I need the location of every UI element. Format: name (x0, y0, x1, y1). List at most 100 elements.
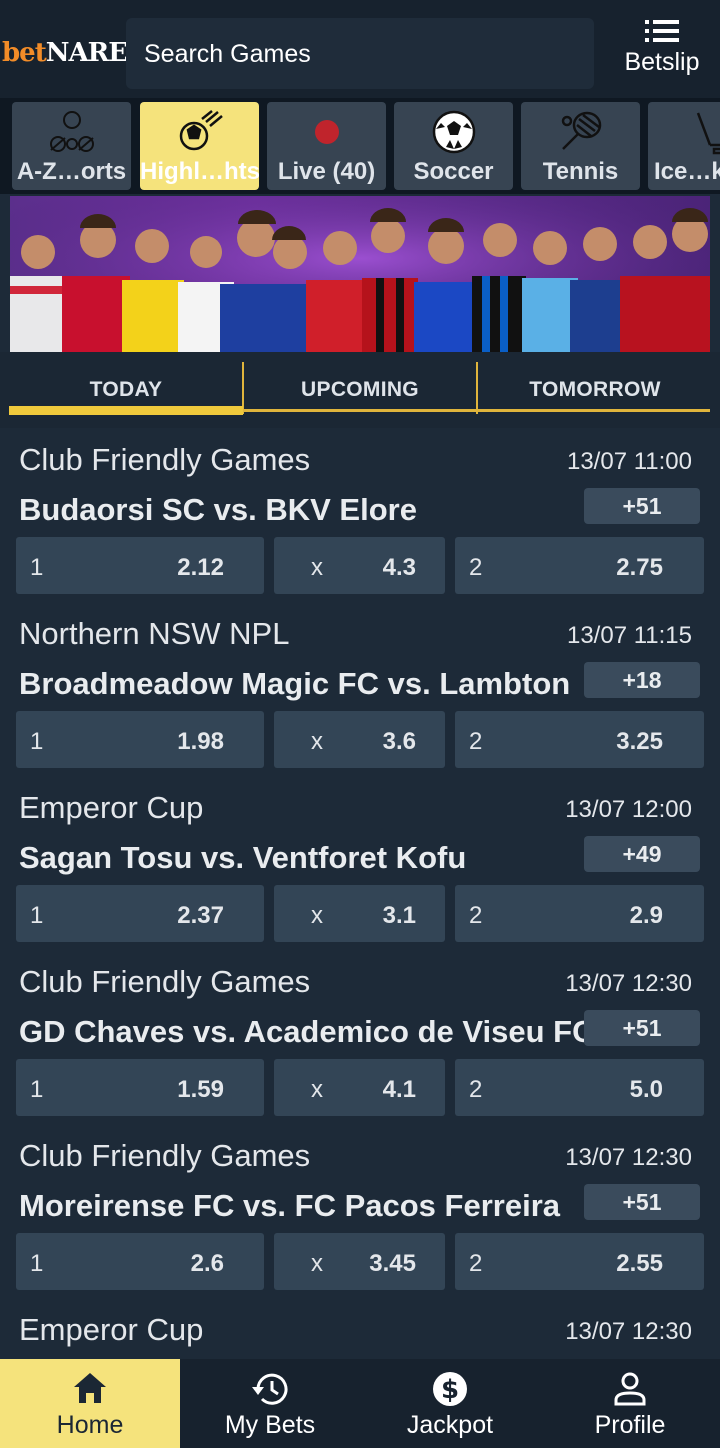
sport-chip-highlights[interactable]: Highl…hts (140, 102, 259, 190)
tab-upcoming[interactable]: UPCOMING (244, 362, 476, 414)
sport-chip-label: Highl…hts (140, 158, 259, 185)
odds-value: 2.12 (177, 554, 224, 581)
nav-label: Jackpot (406, 1411, 494, 1439)
sport-chip-live[interactable]: Live (40) (267, 102, 386, 190)
odds-key: 1 (30, 728, 44, 755)
match-card[interactable]: Club Friendly Games 13/07 12:30 Moreiren… (0, 1124, 720, 1298)
odds-value: 4.3 (382, 554, 416, 581)
match-time: 13/07 12:30 (565, 1144, 692, 1171)
bottom-navigation: Home My Bets $ Jackpot Profile (0, 1359, 720, 1448)
odds-value: 3.25 (616, 728, 663, 755)
odds-value: 4.1 (382, 1076, 416, 1103)
league-name: Club Friendly Games (19, 442, 311, 477)
svg-text:$: $ (441, 1375, 459, 1405)
odds-value: 2.55 (616, 1250, 663, 1277)
odds-home-button[interactable]: 1 2.12 (16, 537, 264, 594)
odds-key: 1 (30, 1076, 44, 1103)
list-icon (645, 20, 679, 42)
match-time: 13/07 11:00 (566, 448, 692, 475)
more-markets-button[interactable]: +51 (584, 488, 700, 524)
sports-strip[interactable]: A-Z…orts Highl…hts Live (40) Soccer Tenn… (0, 98, 720, 194)
odds-key: x (311, 1250, 323, 1277)
sport-chip-label: Ice…k (654, 158, 720, 185)
odds-key: 2 (469, 1250, 483, 1277)
league-name: Emperor Cup (19, 1312, 204, 1347)
sport-chip-label: Live (40) (277, 158, 376, 185)
match-teams[interactable]: Sagan Tosu vs. Ventforet Kofu (19, 840, 466, 876)
tab-tomorrow[interactable]: TOMORROW (478, 362, 712, 414)
more-markets-button[interactable]: +51 (584, 1184, 700, 1220)
match-card[interactable]: Club Friendly Games 13/07 12:30 GD Chave… (0, 950, 720, 1124)
match-teams[interactable]: GD Chaves vs. Academico de Viseu FC (19, 1014, 594, 1050)
odds-key: x (311, 902, 323, 929)
nav-home[interactable]: Home (0, 1359, 180, 1448)
match-card[interactable]: Northern NSW NPL 13/07 11:15 Broadmeadow… (0, 602, 720, 776)
odds-away-button[interactable]: 2 5.0 (455, 1059, 704, 1116)
live-dot-icon (267, 108, 386, 156)
sports-balls-icon (12, 108, 131, 156)
more-markets-button[interactable]: +49 (584, 836, 700, 872)
nav-label: Profile (594, 1411, 666, 1439)
ice-hockey-icon (648, 108, 720, 156)
brand-logo[interactable]: betNARE (2, 38, 128, 68)
match-time: 13/07 12:30 (565, 970, 692, 997)
odds-home-button[interactable]: 1 2.37 (16, 885, 264, 942)
match-teams[interactable]: Broadmeadow Magic FC vs. Lambton (19, 666, 570, 702)
search-input[interactable]: Search Games (126, 18, 594, 89)
odds-value: 2.37 (177, 902, 224, 929)
tab-active-indicator (9, 406, 243, 415)
odds-home-button[interactable]: 1 2.6 (16, 1233, 264, 1290)
odds-draw-button[interactable]: x 4.3 (274, 537, 445, 594)
odds-home-button[interactable]: 1 1.98 (16, 711, 264, 768)
footballers-illustration (10, 196, 710, 352)
odds-away-button[interactable]: 2 2.55 (455, 1233, 704, 1290)
match-teams[interactable]: Moreirense FC vs. FC Pacos Ferreira (19, 1188, 560, 1224)
nav-profile[interactable]: Profile (540, 1359, 720, 1448)
match-time: 13/07 11:15 (566, 622, 692, 649)
odds-key: 1 (30, 554, 44, 581)
league-name: Emperor Cup (19, 790, 204, 825)
history-icon (180, 1371, 360, 1407)
sport-chip-label: Tennis (542, 158, 619, 185)
nav-label: Home (56, 1411, 124, 1439)
tennis-racket-icon (521, 108, 640, 156)
odds-value: 3.6 (382, 728, 416, 755)
betslip-label: Betslip (624, 48, 700, 76)
dollar-coin-icon: $ (360, 1371, 540, 1407)
nav-my-bets[interactable]: My Bets (180, 1359, 360, 1448)
betslip-button[interactable]: Betslip (608, 14, 716, 90)
odds-value: 3.45 (369, 1250, 416, 1277)
odds-draw-button[interactable]: x 4.1 (274, 1059, 445, 1116)
home-icon (0, 1371, 180, 1407)
odds-away-button[interactable]: 2 2.75 (455, 537, 704, 594)
match-time: 13/07 12:30 (565, 1318, 692, 1345)
odds-draw-button[interactable]: x 3.6 (274, 711, 445, 768)
nav-jackpot[interactable]: $ Jackpot (360, 1359, 540, 1448)
odds-key: 2 (469, 728, 483, 755)
sport-chip-tennis[interactable]: Tennis (521, 102, 640, 190)
odds-away-button[interactable]: 2 3.25 (455, 711, 704, 768)
odds-value: 1.59 (177, 1076, 224, 1103)
odds-home-button[interactable]: 1 1.59 (16, 1059, 264, 1116)
odds-value: 3.1 (382, 902, 416, 929)
odds-draw-button[interactable]: x 3.45 (274, 1233, 445, 1290)
match-teams[interactable]: Budaorsi SC vs. BKV Elore (19, 492, 417, 528)
odds-away-button[interactable]: 2 2.9 (455, 885, 704, 942)
match-time: 13/07 12:00 (565, 796, 692, 823)
flying-ball-icon (140, 108, 259, 156)
match-card[interactable]: Club Friendly Games 13/07 11:00 Budaorsi… (0, 428, 720, 602)
sport-chip-az[interactable]: A-Z…orts (12, 102, 131, 190)
odds-draw-button[interactable]: x 3.1 (274, 885, 445, 942)
league-name: Club Friendly Games (19, 1138, 311, 1173)
sport-chip-ice-hockey[interactable]: Ice…k (648, 102, 720, 190)
odds-key: 2 (469, 1076, 483, 1103)
sport-chip-soccer[interactable]: Soccer (394, 102, 513, 190)
promo-banner[interactable] (10, 196, 710, 352)
more-markets-button[interactable]: +18 (584, 662, 700, 698)
date-tabs: TODAY UPCOMING TOMORROW (0, 352, 720, 428)
odds-key: 1 (30, 1250, 44, 1277)
match-card[interactable]: Emperor Cup 13/07 12:00 Sagan Tosu vs. V… (0, 776, 720, 950)
more-markets-button[interactable]: +51 (584, 1010, 700, 1046)
odds-value: 1.98 (177, 728, 224, 755)
sport-chip-label: Soccer (413, 158, 494, 185)
